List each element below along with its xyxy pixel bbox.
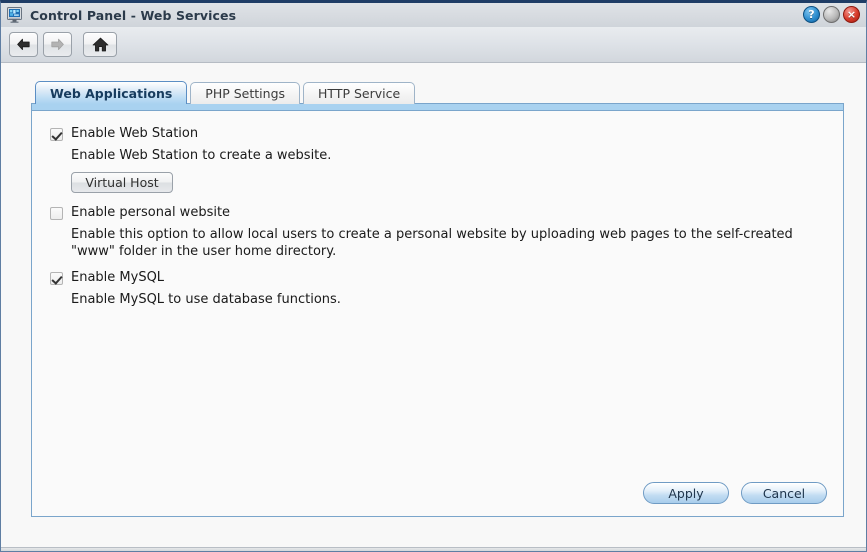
back-arrow-icon (17, 38, 30, 50)
close-button[interactable]: × (843, 6, 860, 23)
forward-arrow-icon (51, 38, 64, 50)
content-area: Web Applications PHP Settings HTTP Servi… (1, 63, 866, 551)
cancel-button[interactable]: Cancel (741, 482, 827, 504)
option-description-mysql: Enable MySQL to use database functions. (71, 292, 341, 307)
option-enable-web-station[interactable]: Enable Web Station (50, 125, 825, 143)
application-root: Control Panel - Web Services ? × Web App… (0, 0, 867, 552)
home-button[interactable] (83, 32, 117, 57)
window-controls: ? × (803, 6, 860, 23)
window-bottom-strip (1, 547, 866, 551)
tab-php-settings[interactable]: PHP Settings (190, 82, 301, 104)
help-button[interactable]: ? (803, 6, 820, 23)
virtual-host-button[interactable]: Virtual Host (71, 172, 173, 193)
option-label: Enable personal website (71, 205, 231, 220)
close-icon: × (846, 8, 857, 21)
tab-label: PHP Settings (205, 86, 286, 101)
forward-button[interactable] (43, 32, 72, 57)
checkbox-enable-personal-website[interactable] (50, 207, 63, 220)
checkbox-enable-web-station[interactable] (50, 128, 63, 141)
control-panel-icon (7, 7, 24, 23)
settings-panel: Enable Web Station Enable Web Station to… (31, 103, 844, 517)
tab-label: Web Applications (50, 85, 173, 101)
option-enable-personal-website[interactable]: Enable personal website (50, 204, 825, 222)
navigation-toolbar (1, 27, 866, 63)
option-enable-mysql[interactable]: Enable MySQL (50, 269, 825, 287)
window-title: Control Panel - Web Services (30, 7, 237, 23)
help-icon: ? (808, 8, 815, 21)
tab-strip: Web Applications PHP Settings HTTP Servi… (35, 81, 844, 104)
control-panel-window: Control Panel - Web Services ? × Web App… (0, 0, 867, 552)
option-description-web-station: Enable Web Station to create a website. (71, 148, 332, 163)
tab-label: HTTP Service (318, 86, 401, 101)
minimize-button[interactable] (823, 6, 840, 23)
panel-body: Enable Web Station Enable Web Station to… (32, 111, 843, 516)
apply-button[interactable]: Apply (643, 482, 729, 504)
option-description-personal-website: Enable this option to allow local users … (71, 227, 793, 259)
home-icon (92, 37, 108, 52)
back-button[interactable] (9, 32, 38, 57)
tab-web-applications[interactable]: Web Applications (35, 81, 188, 104)
tab-http-service[interactable]: HTTP Service (303, 82, 416, 104)
panel-accent-bar (32, 104, 843, 111)
option-label: Enable MySQL (71, 270, 165, 285)
option-label: Enable Web Station (71, 126, 199, 141)
panel-footer-actions: Apply Cancel (643, 482, 827, 504)
window-titlebar: Control Panel - Web Services ? × (1, 3, 866, 27)
checkbox-enable-mysql[interactable] (50, 272, 63, 285)
